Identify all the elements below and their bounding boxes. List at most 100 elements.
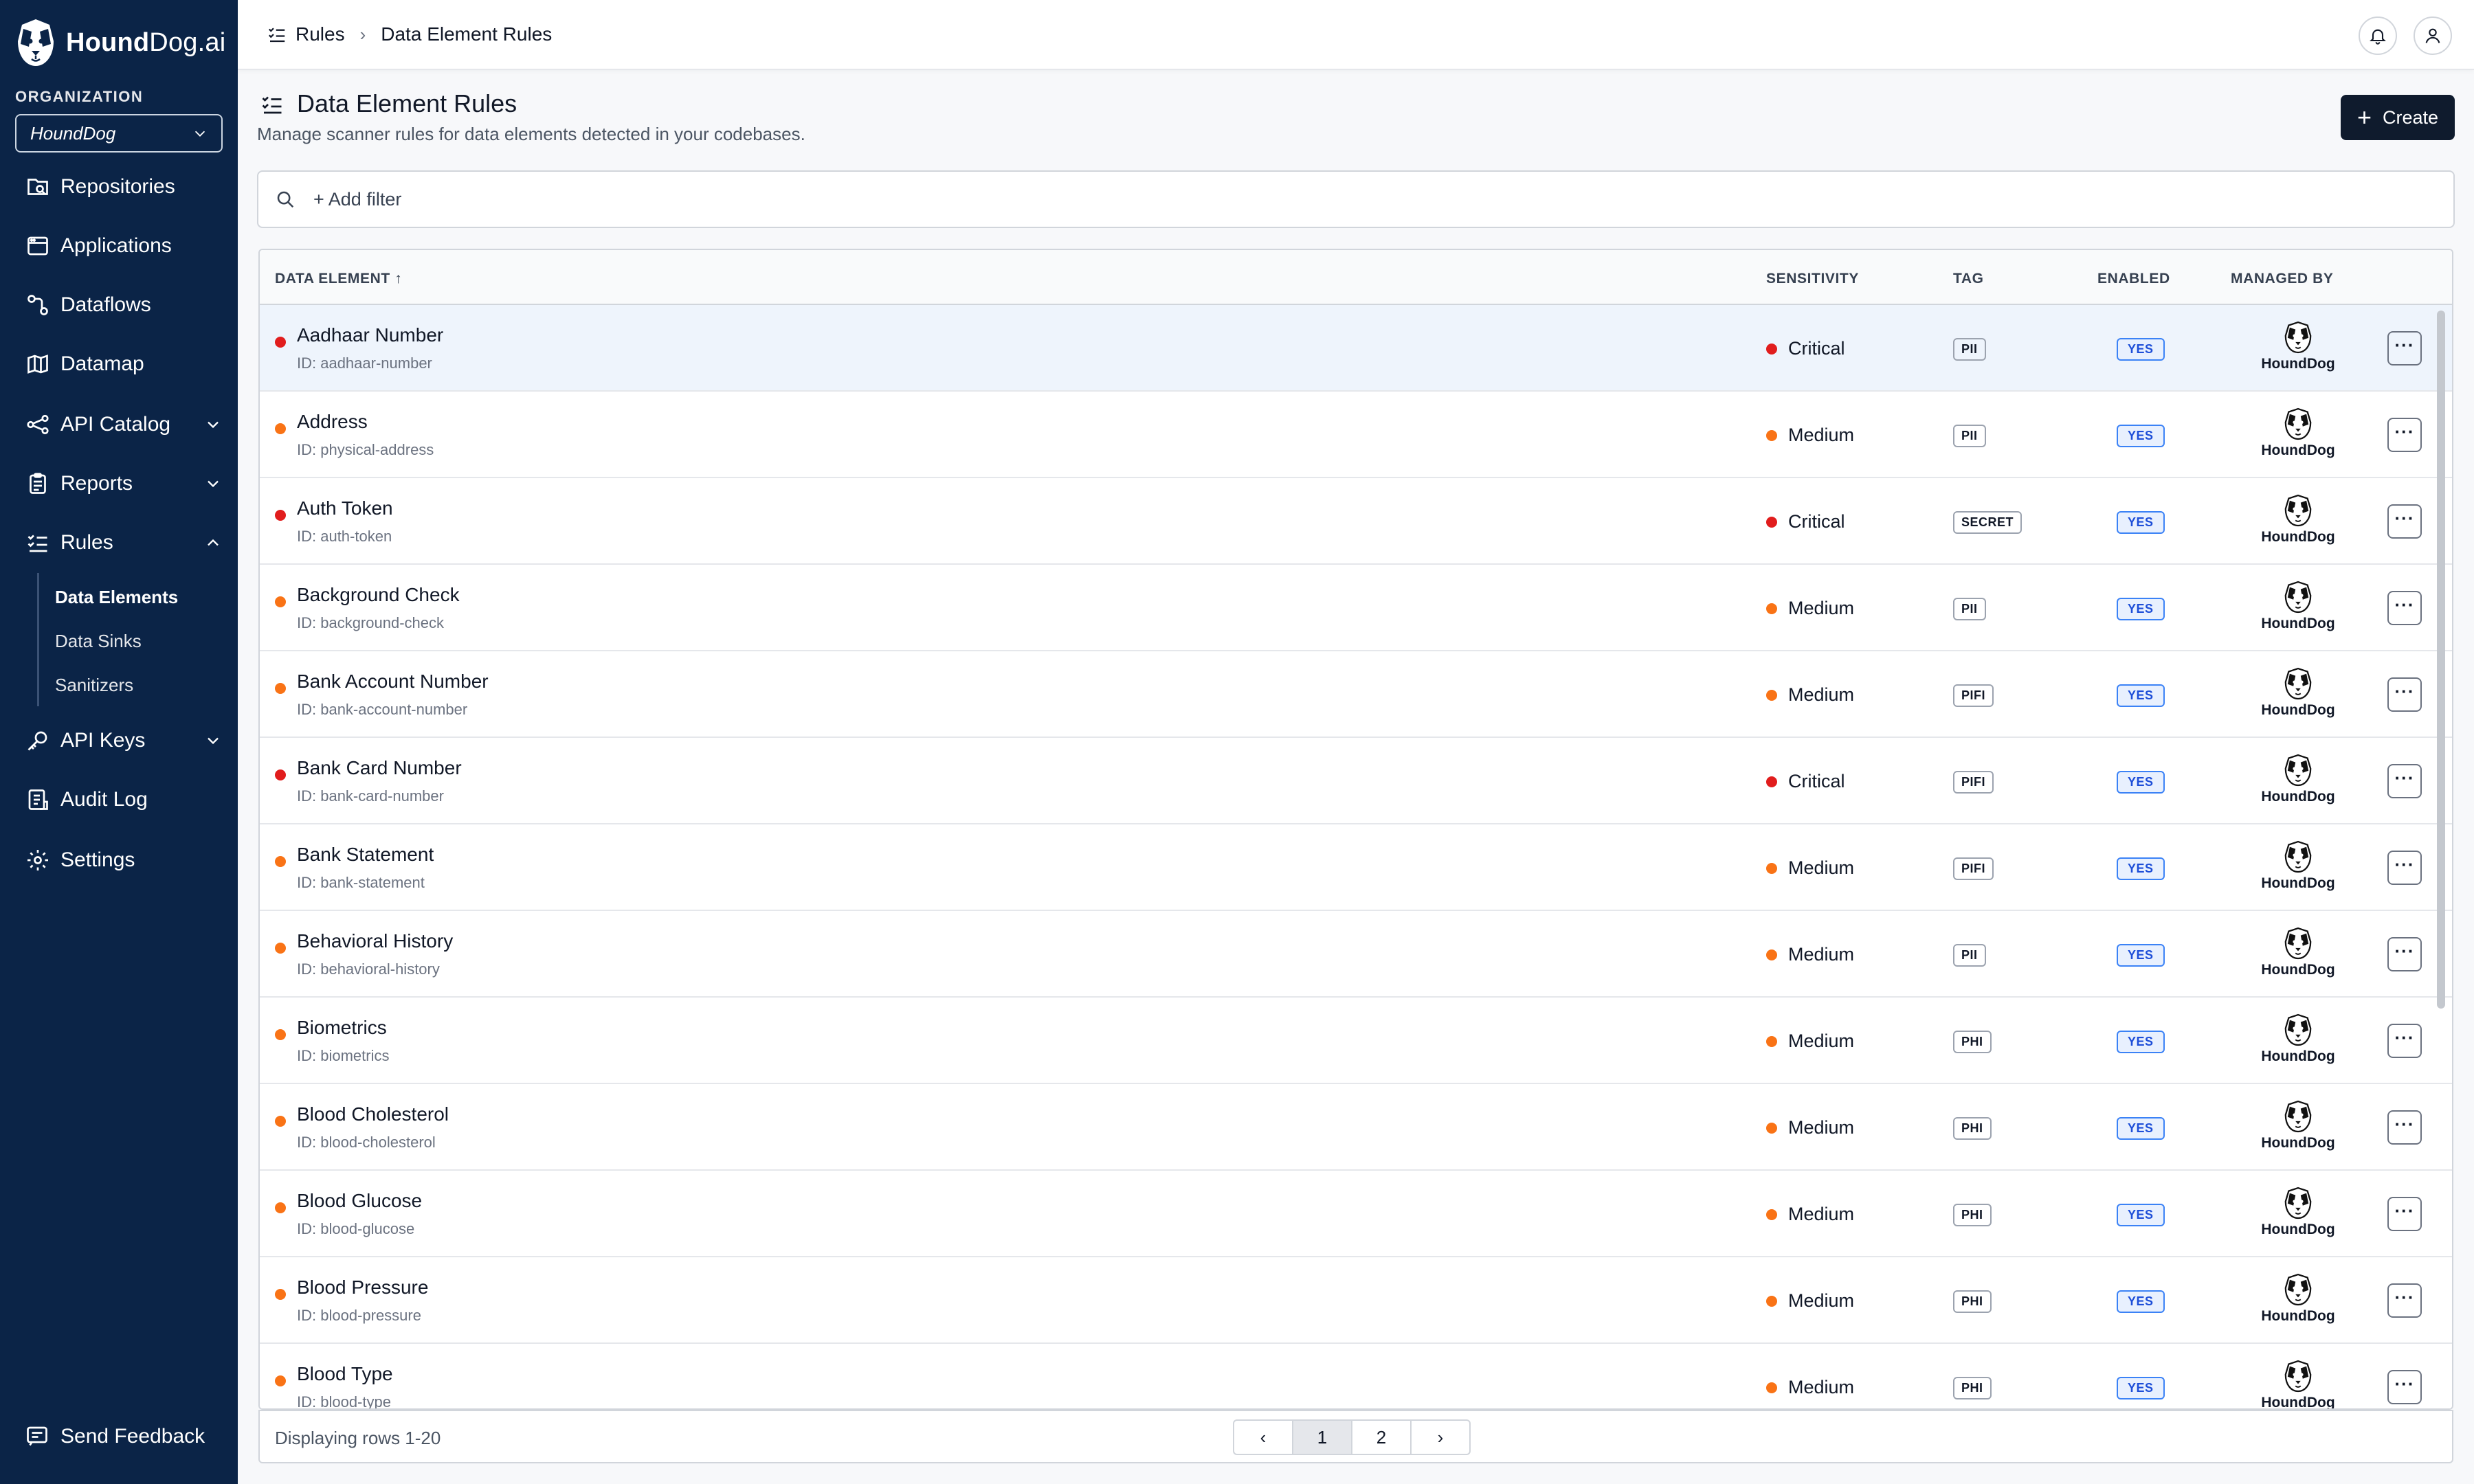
data-element-name[interactable]: Bank Statement bbox=[297, 844, 434, 866]
column-header-tag[interactable]: TAG bbox=[1953, 271, 1984, 287]
table-row[interactable]: Background Check ID: background-check Medi… bbox=[260, 565, 2452, 651]
sidebar-item-dataflows[interactable]: Dataflows bbox=[25, 284, 224, 326]
table-scrollbar[interactable] bbox=[2437, 311, 2445, 1009]
sidebar-item-datamap[interactable]: Datamap bbox=[25, 344, 224, 385]
sidebar-item-applications[interactable]: Applications bbox=[25, 225, 224, 267]
row-actions-button[interactable]: ··· bbox=[2387, 851, 2422, 885]
sidebar-item-audit-log[interactable]: Audit Log bbox=[25, 779, 224, 820]
data-element-name[interactable]: Blood Pressure bbox=[297, 1277, 428, 1298]
row-actions-button[interactable]: ··· bbox=[2387, 1370, 2422, 1404]
organization-value: HoundDog bbox=[30, 122, 116, 144]
data-element-name[interactable]: Aadhaar Number bbox=[297, 324, 443, 346]
organization-select[interactable]: HoundDog bbox=[15, 114, 223, 153]
page-button-2[interactable]: 2 bbox=[1351, 1419, 1412, 1455]
more-horizontal-icon: ··· bbox=[2394, 1114, 2415, 1134]
sidebar-item-settings[interactable]: Settings bbox=[25, 840, 224, 881]
data-element-name[interactable]: Bank Card Number bbox=[297, 757, 462, 779]
sidebar-subitem-data-elements[interactable]: Data Elements bbox=[55, 587, 178, 608]
sidebar-subitem-data-sinks[interactable]: Data Sinks bbox=[55, 631, 142, 652]
table-row[interactable]: Biometrics ID: biometrics Medium PHI YES Houn… bbox=[260, 998, 2452, 1084]
table-row[interactable]: Address ID: physical-address Medium PII YES H… bbox=[260, 392, 2452, 478]
user-profile-button[interactable] bbox=[2414, 16, 2452, 55]
row-actions-button[interactable]: ··· bbox=[2387, 504, 2422, 539]
page-button-1[interactable]: 1 bbox=[1292, 1419, 1352, 1455]
brand[interactable]: HoundDog.ai bbox=[15, 15, 225, 70]
sidebar-item-reports[interactable]: Reports bbox=[25, 463, 224, 504]
audit-log-icon bbox=[25, 787, 51, 813]
sensitivity-value: Medium bbox=[1788, 425, 1855, 445]
data-element-name[interactable]: Background Check bbox=[297, 584, 460, 606]
data-element-name[interactable]: Address bbox=[297, 411, 368, 433]
table-row[interactable]: Blood Pressure ID: blood-pressure Medium PH… bbox=[260, 1257, 2452, 1344]
row-actions-button[interactable]: ··· bbox=[2387, 1197, 2422, 1231]
data-element-name[interactable]: Blood Cholesterol bbox=[297, 1103, 449, 1125]
enabled-badge: YES bbox=[2117, 944, 2165, 967]
table-row[interactable]: Behavioral History ID: behavioral-history… bbox=[260, 911, 2452, 998]
next-page-button[interactable]: › bbox=[1410, 1419, 1471, 1455]
sidebar-item-api-catalog[interactable]: API Catalog bbox=[25, 404, 224, 445]
sidebar-item-api-keys[interactable]: API Keys bbox=[25, 720, 224, 761]
send-feedback-button[interactable]: Send Feedback bbox=[25, 1424, 205, 1450]
row-actions-button[interactable]: ··· bbox=[2387, 677, 2422, 712]
chevron-down-icon bbox=[208, 421, 219, 429]
row-actions-button[interactable]: ··· bbox=[2387, 1024, 2422, 1058]
sensitivity-value: Medium bbox=[1788, 857, 1855, 878]
sidebar-item-rules[interactable]: Rules bbox=[25, 522, 224, 563]
hounddog-logo-icon bbox=[2284, 754, 2312, 787]
more-horizontal-icon: ··· bbox=[2394, 594, 2415, 615]
sensitivity-indicator-dot bbox=[1766, 689, 1777, 701]
data-element-name[interactable]: Blood Glucose bbox=[297, 1190, 422, 1212]
row-actions-button[interactable]: ··· bbox=[2387, 1283, 2422, 1318]
add-filter-button[interactable]: + Add filter bbox=[313, 189, 401, 210]
data-element-id: ID: background-check bbox=[297, 614, 444, 631]
dataflow-icon bbox=[25, 292, 51, 318]
chevron-left-icon: ‹ bbox=[1260, 1426, 1267, 1448]
chevron-right-icon: › bbox=[1437, 1426, 1444, 1448]
filter-bar[interactable]: + Add filter bbox=[257, 170, 2455, 228]
table-row[interactable]: Blood Type ID: blood-type Medium PHI YES Houn… bbox=[260, 1344, 2452, 1408]
row-actions-button[interactable]: ··· bbox=[2387, 1110, 2422, 1145]
breadcrumb-rules-link[interactable]: Rules bbox=[296, 23, 345, 45]
create-rule-button[interactable]: + Create bbox=[2341, 95, 2455, 140]
hounddog-logo-icon bbox=[2284, 494, 2312, 527]
data-element-name[interactable]: Behavioral History bbox=[297, 930, 453, 952]
tag-badge: PIFI bbox=[1953, 684, 1994, 707]
column-header-enabled[interactable]: ENABLED bbox=[2097, 271, 2170, 287]
managed-by-cell: HoundDog bbox=[2250, 580, 2346, 632]
sensitivity-dot bbox=[275, 1116, 286, 1127]
chevron-up-icon bbox=[208, 539, 219, 546]
sidebar-subitem-sanitizers[interactable]: Sanitizers bbox=[55, 675, 133, 696]
hounddog-logo-icon bbox=[2284, 1360, 2312, 1393]
enabled-badge: YES bbox=[2117, 684, 2165, 707]
data-element-name[interactable]: Biometrics bbox=[297, 1017, 387, 1039]
previous-page-button[interactable]: ‹ bbox=[1233, 1419, 1293, 1455]
data-element-name[interactable]: Auth Token bbox=[297, 497, 393, 519]
data-element-name[interactable]: Bank Account Number bbox=[297, 671, 489, 693]
hounddog-logo-icon bbox=[2284, 840, 2312, 873]
table-row[interactable]: Aadhaar Number ID: aadhaar-number Critical… bbox=[260, 305, 2452, 392]
table-row[interactable]: Bank Statement ID: bank-statement Medium PI… bbox=[260, 824, 2452, 911]
tag-badge: PHI bbox=[1953, 1204, 1992, 1226]
sidebar-item-label: Rules bbox=[60, 531, 113, 554]
column-header-data-element[interactable]: DATA ELEMENT ↑ bbox=[275, 271, 402, 287]
rows-info: Displaying rows 1-20 bbox=[275, 1428, 441, 1448]
table-row[interactable]: Auth Token ID: auth-token Critical SECRET YE… bbox=[260, 478, 2452, 565]
breadcrumb-current: Data Element Rules bbox=[381, 23, 553, 45]
sidebar-item-repositories[interactable]: Repositories bbox=[25, 166, 224, 207]
table-row[interactable]: Blood Cholesterol ID: blood-cholesterol Me… bbox=[260, 1084, 2452, 1171]
column-header-sensitivity[interactable]: SENSITIVITY bbox=[1766, 271, 1859, 287]
table-row[interactable]: Blood Glucose ID: blood-glucose Medium PHI Y… bbox=[260, 1171, 2452, 1257]
column-header-managed-by[interactable]: MANAGED BY bbox=[2231, 271, 2334, 287]
table-row[interactable]: Bank Account Number ID: bank-account-numb… bbox=[260, 651, 2452, 738]
data-element-name[interactable]: Blood Type bbox=[297, 1363, 393, 1385]
row-actions-button[interactable]: ··· bbox=[2387, 937, 2422, 971]
notifications-button[interactable] bbox=[2359, 16, 2397, 55]
row-actions-button[interactable]: ··· bbox=[2387, 418, 2422, 452]
more-horizontal-icon: ··· bbox=[2394, 1200, 2415, 1221]
table-row[interactable]: Bank Card Number ID: bank-card-number Crit… bbox=[260, 738, 2452, 824]
key-icon bbox=[25, 728, 51, 754]
row-actions-button[interactable]: ··· bbox=[2387, 764, 2422, 798]
managed-by-cell: HoundDog bbox=[2250, 407, 2346, 459]
row-actions-button[interactable]: ··· bbox=[2387, 331, 2422, 366]
row-actions-button[interactable]: ··· bbox=[2387, 591, 2422, 625]
